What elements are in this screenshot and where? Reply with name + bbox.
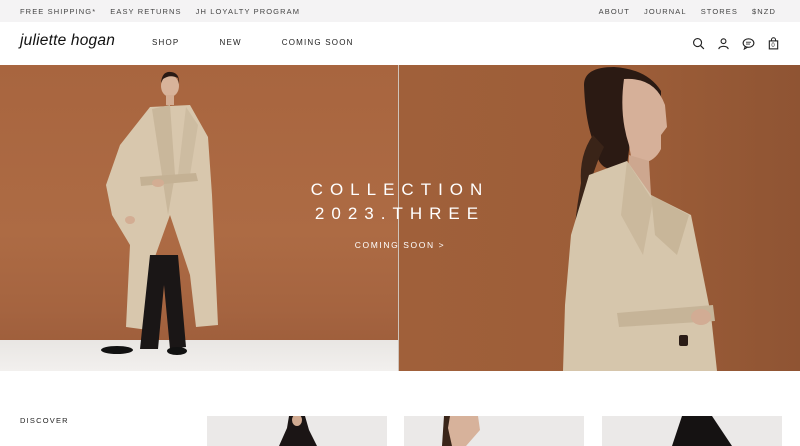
coming-soon-link[interactable]: COMING SOON > [355, 240, 445, 250]
thumb-figure-2 [442, 416, 480, 446]
discover-heading: DISCOVER [20, 416, 69, 425]
hero-text: COLLECTION 2023.THREE COMING SOON > [0, 178, 800, 253]
journal-link[interactable]: JOURNAL [644, 7, 687, 16]
topbar-left-links: FREE SHIPPING* EASY RETURNS JH LOYALTY P… [20, 7, 300, 16]
hero-title-line2: 2023.THREE [314, 204, 486, 223]
product-thumb-1[interactable] [207, 416, 387, 446]
site-header: juliette hogan SHOP NEW COMING SOON 0 [0, 22, 800, 65]
announcement-bar: FREE SHIPPING* EASY RETURNS JH LOYALTY P… [0, 0, 800, 22]
product-thumb-3[interactable] [602, 416, 782, 446]
product-thumb-2[interactable] [404, 416, 584, 446]
topbar-right-links: ABOUT JOURNAL STORES $NZD [599, 7, 776, 16]
currency-selector[interactable]: $NZD [752, 7, 776, 16]
bag-icon[interactable]: 0 [766, 36, 780, 50]
nav-shop[interactable]: SHOP [152, 38, 179, 47]
thumb-figure-1 [279, 416, 317, 446]
loyalty-program-link[interactable]: JH LOYALTY PROGRAM [196, 7, 300, 16]
hero-banner[interactable]: COLLECTION 2023.THREE COMING SOON > [0, 65, 800, 371]
about-link[interactable]: ABOUT [599, 7, 630, 16]
main-nav: SHOP NEW COMING SOON [152, 38, 354, 47]
header-icons: 0 [691, 36, 780, 50]
stores-link[interactable]: STORES [701, 7, 738, 16]
discover-section: DISCOVER [0, 371, 800, 446]
hero-title-line1: COLLECTION [310, 180, 490, 199]
brand-logo[interactable]: juliette hogan [20, 32, 115, 50]
account-icon[interactable] [716, 36, 730, 50]
cart-count: 0 [771, 43, 775, 49]
chat-icon[interactable] [741, 36, 755, 50]
search-icon[interactable] [691, 36, 705, 50]
free-shipping-link[interactable]: FREE SHIPPING* [20, 7, 96, 16]
nav-new[interactable]: NEW [219, 38, 241, 47]
nav-coming-soon[interactable]: COMING SOON [282, 38, 354, 47]
thumb-figure-3 [672, 416, 732, 446]
easy-returns-link[interactable]: EASY RETURNS [110, 7, 181, 16]
